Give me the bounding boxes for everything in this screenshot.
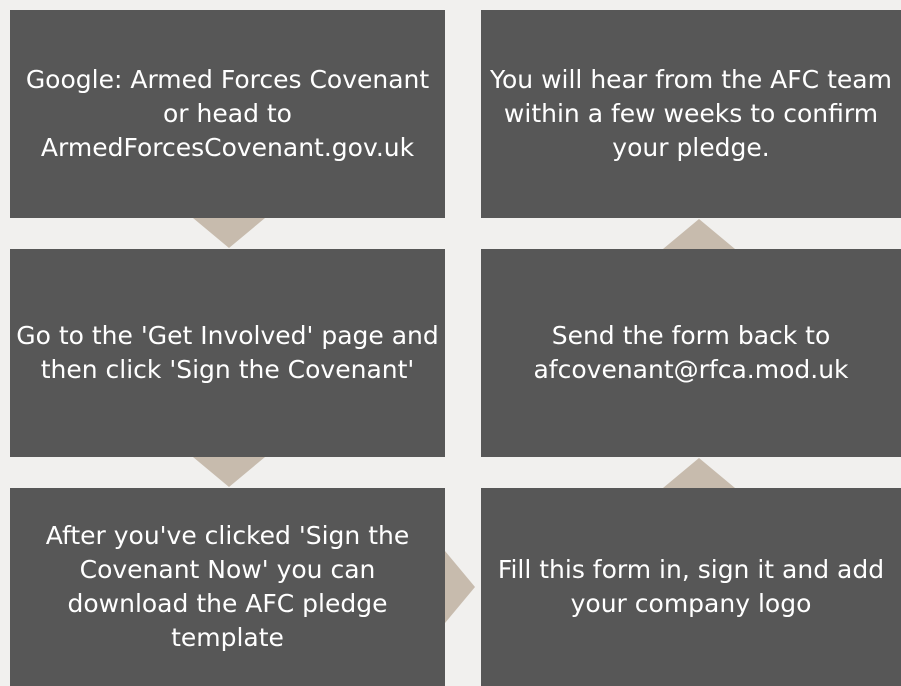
step-1-text: Google: Armed Forces Covenant or head to… [25,65,430,162]
step-1-box: Google: Armed Forces Covenant or head to… [10,10,445,218]
step-2-text: Go to the 'Get Involved' page and then c… [16,321,439,384]
arrow-down-icon [193,218,265,248]
arrow-right-icon [445,551,475,623]
step-4-box: Fill this form in, sign it and add your … [481,488,901,686]
step-5-box: Send the form back to afcovenant@rfca.mo… [481,249,901,457]
step-3-text: After you've clicked 'Sign the Covenant … [45,521,410,652]
arrow-up-icon [663,219,735,249]
arrow-down-icon [193,457,265,487]
arrow-up-icon [663,458,735,488]
step-6-text: You will hear from the AFC team within a… [490,65,892,162]
step-4-text: Fill this form in, sign it and add your … [497,555,885,618]
step-5-text: Send the form back to afcovenant@rfca.mo… [533,321,849,384]
step-6-box: You will hear from the AFC team within a… [481,10,901,218]
step-2-box: Go to the 'Get Involved' page and then c… [10,249,445,457]
step-3-box: After you've clicked 'Sign the Covenant … [10,488,445,686]
